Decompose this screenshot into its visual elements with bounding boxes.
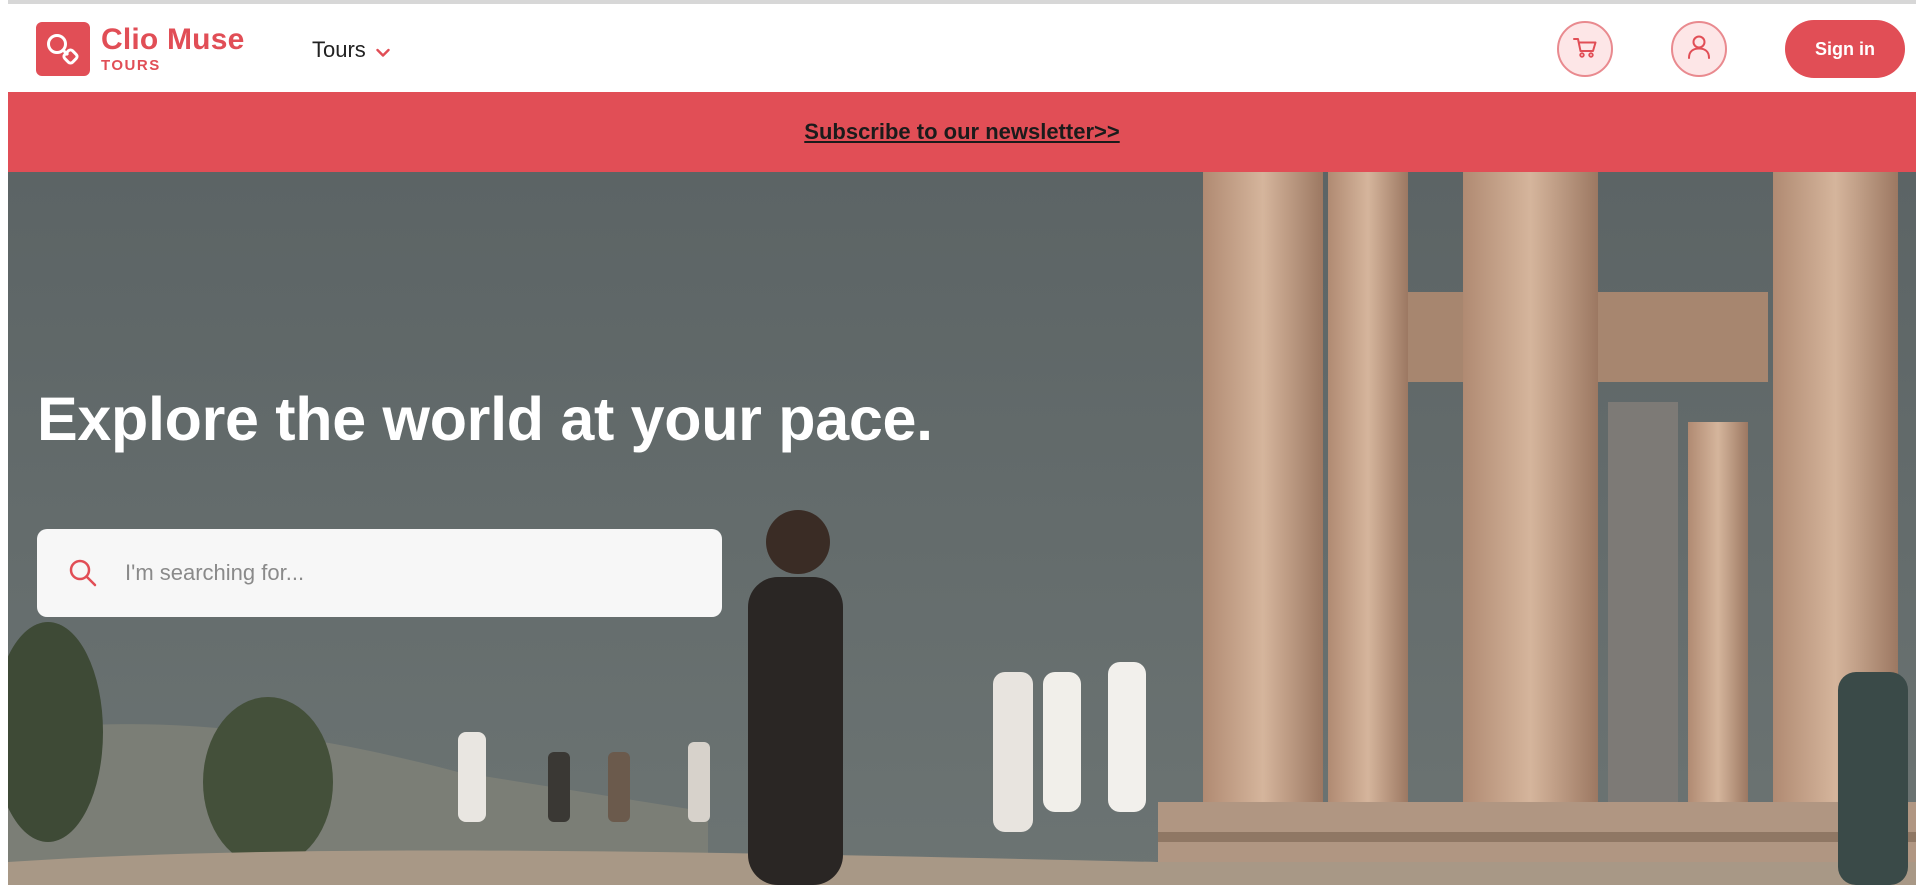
newsletter-link[interactable]: Subscribe to our newsletter>>: [804, 119, 1119, 145]
logo-icon: [36, 22, 90, 76]
search-box[interactable]: [37, 529, 722, 617]
logo[interactable]: Clio Muse TOURS: [36, 22, 244, 76]
tours-menu-label: Tours: [312, 37, 366, 62]
hero-title: Explore the world at your pace.: [37, 385, 933, 453]
newsletter-banner: Subscribe to our newsletter>>: [8, 92, 1916, 172]
cart-icon: [1571, 33, 1599, 66]
account-button[interactable]: [1671, 21, 1727, 77]
chevron-down-icon: [376, 38, 390, 64]
cart-button[interactable]: [1557, 21, 1613, 77]
window-left-border: [0, 0, 8, 885]
search-icon: [67, 557, 99, 589]
user-icon: [1684, 32, 1714, 67]
hero-section: Explore the world at your pace.: [8, 172, 1916, 885]
site-header: Clio Muse TOURS Tours Sign in: [8, 4, 1916, 92]
search-input[interactable]: [123, 559, 667, 587]
sign-in-button[interactable]: Sign in: [1785, 20, 1905, 78]
logo-name: Clio Muse: [101, 23, 245, 56]
logo-subtitle: TOURS: [101, 57, 161, 74]
tours-menu[interactable]: Tours: [312, 36, 390, 64]
